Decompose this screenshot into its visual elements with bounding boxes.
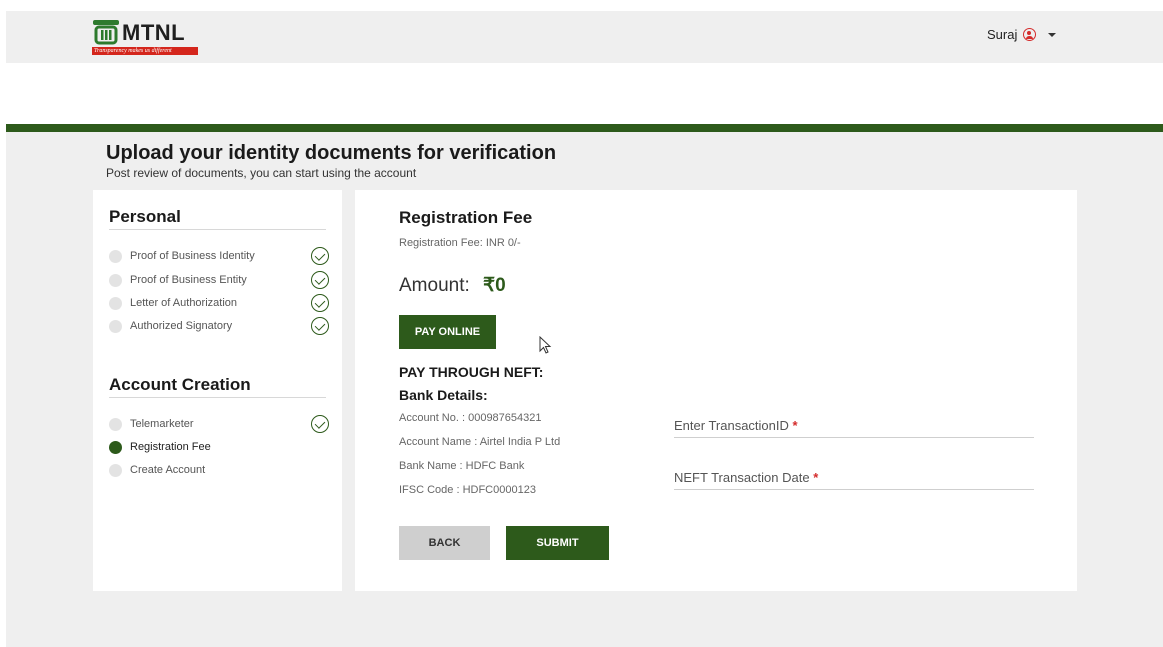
- required-mark: *: [792, 418, 798, 433]
- mouse-pointer-icon: [539, 336, 552, 354]
- transaction-id-field[interactable]: Enter TransactionID *: [674, 418, 1034, 438]
- step-status-dot: [109, 417, 122, 431]
- registration-fee-panel: Registration Fee Registration Fee: INR 0…: [355, 190, 1077, 591]
- user-name: Suraj: [987, 27, 1018, 42]
- amount-value: ₹0: [483, 275, 506, 296]
- step-label: Proof of Business Identity: [130, 250, 255, 262]
- amount-display: Amount: ₹0: [399, 274, 506, 297]
- registration-fee-title: Registration Fee: [399, 208, 533, 227]
- check-circle-icon: [311, 317, 329, 335]
- check-circle-icon: [311, 415, 329, 433]
- transaction-id-label-text: Enter TransactionID: [674, 418, 789, 433]
- step-label: Telemarketer: [130, 418, 194, 430]
- top-header: MTNL Transparency makes us different Sur…: [6, 11, 1163, 63]
- page-subtitle: Post review of documents, you can start …: [106, 166, 417, 180]
- required-mark: *: [813, 470, 819, 485]
- mtnl-logo[interactable]: MTNL Transparency makes us different: [92, 17, 208, 57]
- steps-sidebar: Personal Proof of Business Identity Proo…: [93, 190, 342, 591]
- step-label: Letter of Authorization: [130, 297, 238, 309]
- bank-account-name: Account Name : Airtel India P Ltd: [399, 436, 561, 448]
- step-proof-business-identity[interactable]: Proof of Business Identity: [109, 247, 329, 265]
- transaction-id-label: Enter TransactionID *: [674, 418, 1034, 437]
- step-label: Registration Fee: [130, 441, 211, 453]
- brand-tagline: Transparency makes us different: [92, 47, 198, 55]
- neft-title: PAY THROUGH NEFT:: [399, 364, 544, 380]
- transaction-date-label: NEFT Transaction Date *: [674, 470, 1034, 489]
- check-circle-icon: [311, 247, 329, 265]
- step-authorized-signatory[interactable]: Authorized Signatory: [109, 317, 329, 335]
- step-proof-business-entity[interactable]: Proof of Business Entity: [109, 271, 329, 289]
- step-create-account[interactable]: Create Account: [109, 461, 329, 479]
- green-divider-bar: [6, 124, 1163, 132]
- page-title: Upload your identity documents for verif…: [106, 142, 557, 164]
- step-letter-of-authorization[interactable]: Letter of Authorization: [109, 294, 329, 312]
- transaction-date-label-text: NEFT Transaction Date: [674, 470, 810, 485]
- bank-name: Bank Name : HDFC Bank: [399, 460, 525, 472]
- bank-account-number: Account No. : 000987654321: [399, 412, 542, 424]
- mtnl-emblem-icon: [93, 20, 119, 45]
- check-circle-icon: [311, 271, 329, 289]
- user-menu[interactable]: Suraj: [987, 27, 1057, 42]
- registration-fee-text: Registration Fee: INR 0/-: [399, 237, 521, 249]
- step-label: Authorized Signatory: [130, 320, 233, 332]
- check-circle-icon: [311, 294, 329, 312]
- bank-details-title: Bank Details:: [399, 387, 488, 403]
- bank-ifsc-code: IFSC Code : HDFC0000123: [399, 484, 536, 496]
- step-label: Create Account: [130, 464, 206, 476]
- step-status-dot: [109, 296, 122, 310]
- step-telemarketer[interactable]: Telemarketer: [109, 415, 329, 433]
- account-creation-section-title: Account Creation: [109, 375, 251, 394]
- section-divider: [109, 229, 326, 230]
- page: MTNL Transparency makes us different Sur…: [0, 0, 1163, 647]
- pay-online-button[interactable]: PAY ONLINE: [399, 315, 496, 349]
- caret-down-icon: [1048, 32, 1057, 37]
- brand-name: MTNL: [122, 20, 186, 45]
- step-status-dot: [109, 249, 122, 263]
- step-registration-fee[interactable]: Registration Fee: [109, 438, 329, 456]
- user-avatar-icon: [1023, 28, 1037, 41]
- step-status-dot: [109, 463, 122, 477]
- section-divider: [109, 397, 326, 398]
- step-status-dot: [109, 273, 122, 287]
- amount-label: Amount:: [399, 275, 470, 296]
- neft-transaction-date-field[interactable]: NEFT Transaction Date *: [674, 470, 1034, 490]
- personal-section-title: Personal: [109, 207, 181, 226]
- step-active-dot: [109, 440, 122, 454]
- step-status-dot: [109, 319, 122, 333]
- field-underline: [674, 437, 1034, 438]
- back-button[interactable]: BACK: [399, 526, 490, 560]
- submit-button[interactable]: SUBMIT: [506, 526, 609, 560]
- field-underline: [674, 489, 1034, 490]
- step-label: Proof of Business Entity: [130, 274, 247, 286]
